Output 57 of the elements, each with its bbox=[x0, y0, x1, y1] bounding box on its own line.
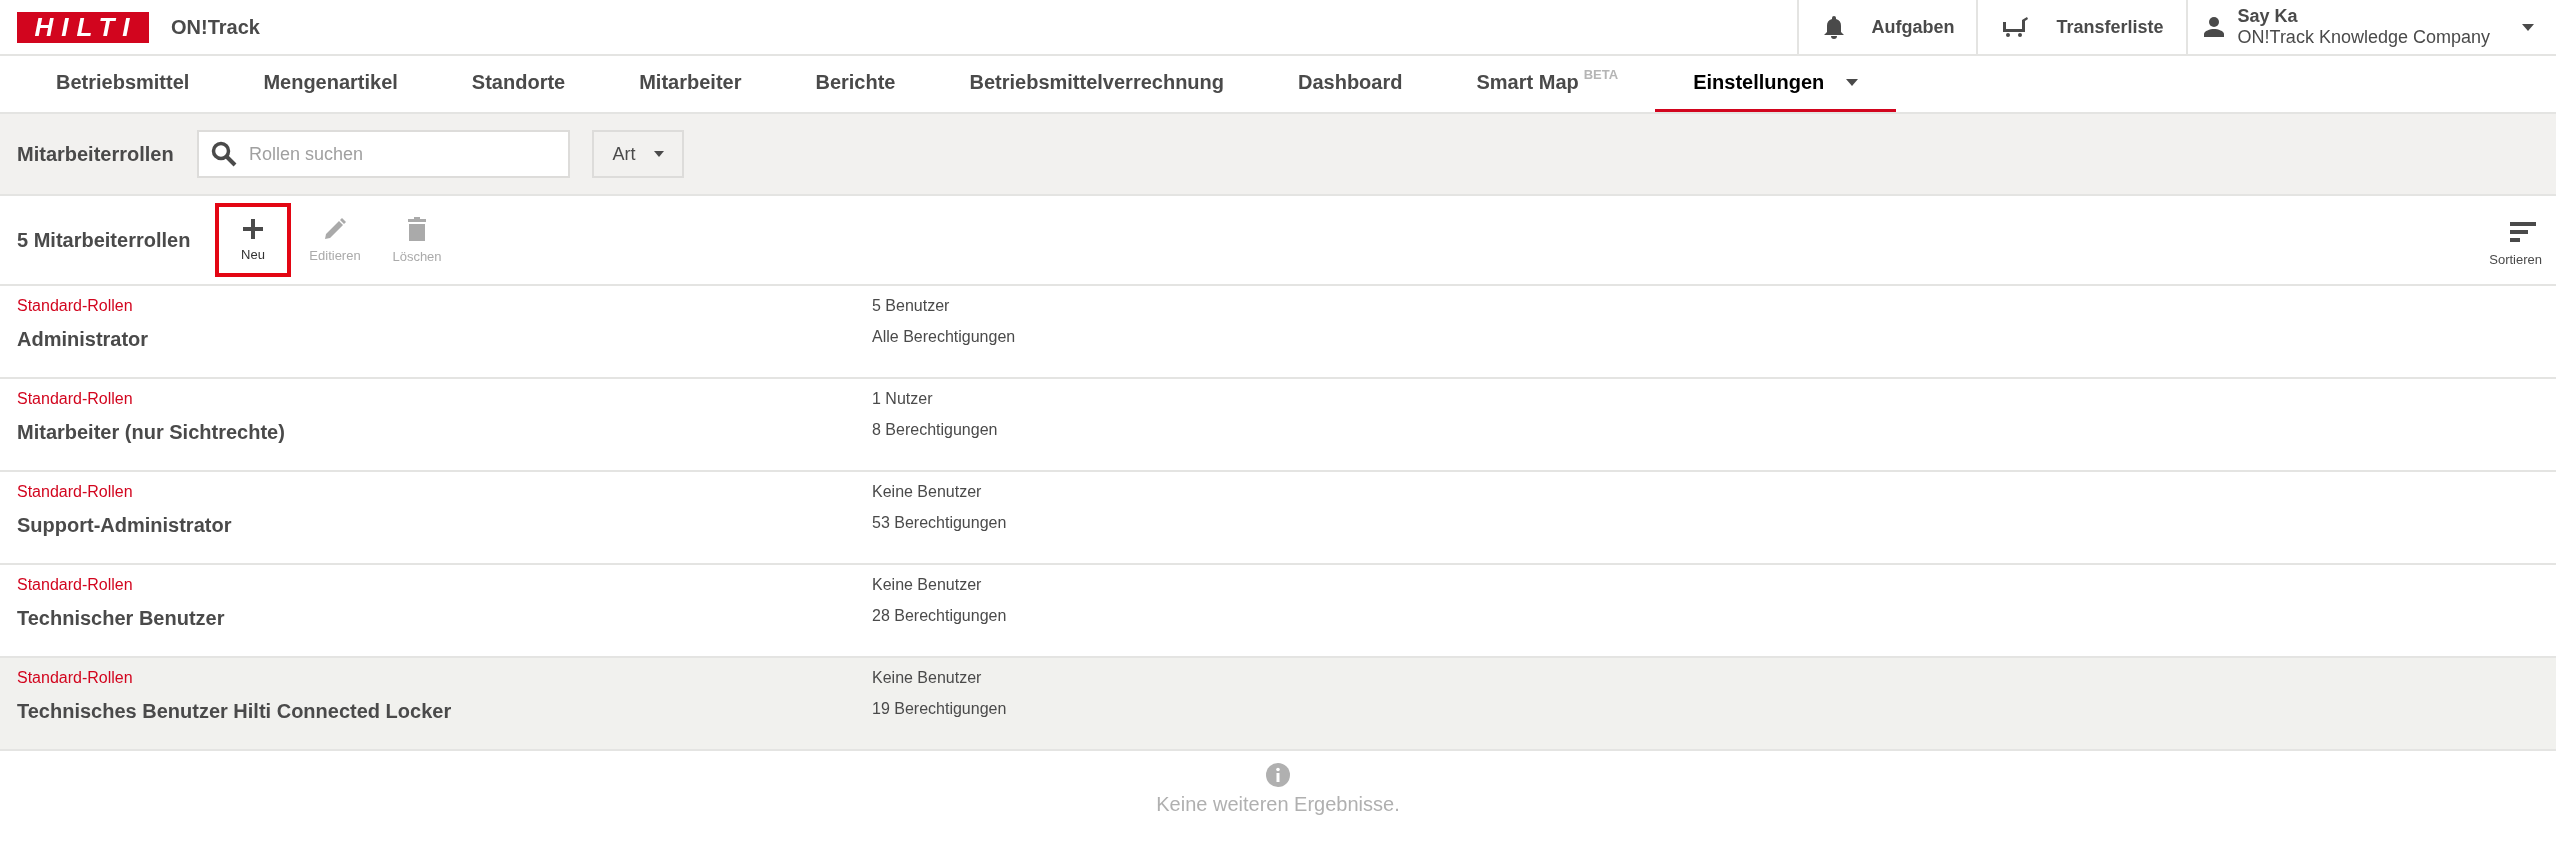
user-name: Say Ka bbox=[2237, 6, 2299, 27]
transfer-list-button[interactable]: Transferliste bbox=[1976, 0, 2186, 55]
role-category: Standard-Rollen bbox=[17, 576, 134, 594]
caret-icon bbox=[2522, 23, 2534, 31]
nav-tab[interactable]: Betriebsmittelverrechnung bbox=[932, 56, 1261, 112]
info-icon bbox=[1266, 763, 1290, 787]
sort-button[interactable]: Sortieren bbox=[2483, 220, 2556, 268]
hilti-logo[interactable]: HILTI bbox=[17, 11, 149, 43]
user-count: 1 Nutzer bbox=[872, 390, 934, 408]
caret-icon bbox=[653, 151, 664, 157]
nav-tab[interactable]: Dashboard bbox=[1261, 56, 1440, 112]
nav-tab[interactable]: Mitarbeiter bbox=[602, 56, 779, 112]
search-field[interactable]: Rollen suchen bbox=[197, 130, 570, 178]
nav-tab[interactable]: Standorte bbox=[434, 56, 603, 112]
role-category: Standard-Rollen bbox=[17, 483, 134, 501]
user-count: Keine Benutzer bbox=[872, 483, 983, 501]
role-row[interactable]: Standard-Rollen Keine Benutzer Support-Administrator 53 Berechtigungen bbox=[0, 472, 2556, 565]
role-row[interactable]: Standard-Rollen 5 Benutzer Administrator Alle Berechtigungen bbox=[0, 286, 2556, 379]
sort-icon bbox=[2510, 221, 2536, 242]
user-icon bbox=[2203, 17, 2224, 37]
role-category: Standard-Rollen bbox=[17, 669, 134, 687]
role-name: Administrator bbox=[17, 328, 150, 351]
role-row[interactable]: Standard-Rollen Keine Benutzer Technisches Benutzer Hilti Connected Locker 19 Berechtigungen bbox=[0, 658, 2556, 751]
permission-count: 19 Berechtigungen bbox=[872, 700, 1008, 719]
role-name: Support-Administrator bbox=[17, 514, 233, 537]
user-count: Keine Benutzer bbox=[872, 576, 983, 594]
role-row[interactable]: Standard-Rollen 1 Nutzer Mitarbeiter (nur Sichtrechte) 8 Berechtigungen bbox=[0, 379, 2556, 472]
user-menu[interactable]: Say Ka ON!Track Knowledge Company bbox=[2185, 0, 2556, 55]
permission-count: 28 Berechtigungen bbox=[872, 607, 1008, 626]
new-button[interactable]: Neu bbox=[215, 203, 291, 277]
nav-tab[interactable]: Betriebsmittel bbox=[19, 56, 227, 112]
nav-tab[interactable]: Berichte bbox=[778, 56, 933, 112]
role-category: Standard-Rollen bbox=[17, 390, 134, 408]
cart-icon bbox=[2002, 16, 2031, 38]
beta-label: BETA bbox=[1583, 67, 1619, 82]
user-count: 5 Benutzer bbox=[872, 297, 951, 315]
role-name: Technischer Benutzer bbox=[17, 607, 226, 630]
plus-icon bbox=[243, 218, 263, 239]
user-count: Keine Benutzer bbox=[872, 669, 983, 687]
bell-icon bbox=[1823, 15, 1846, 39]
pencil-icon bbox=[324, 217, 346, 240]
app-name: ON!Track bbox=[171, 15, 260, 39]
trash-icon bbox=[408, 216, 426, 241]
page-title: Mitarbeiterrollen bbox=[17, 142, 175, 166]
permission-count: 8 Berechtigungen bbox=[872, 421, 999, 440]
role-name: Technisches Benutzer Hilti Connected Locker bbox=[17, 700, 453, 723]
role-category: Standard-Rollen bbox=[17, 297, 134, 315]
permission-count: 53 Berechtigungen bbox=[872, 514, 1008, 533]
type-dropdown[interactable]: Art bbox=[592, 130, 684, 178]
company-name: ON!Track Knowledge Company bbox=[2237, 27, 2490, 48]
role-name: Mitarbeiter (nur Sichtrechte) bbox=[17, 421, 286, 444]
permission-count: Alle Berechtigungen bbox=[872, 328, 1017, 347]
role-count: 5 Mitarbeiterrollen bbox=[17, 228, 192, 252]
nav-tab[interactable]: Mengenartikel bbox=[226, 56, 435, 112]
nav-tab[interactable]: Smart Map $^{BETA}$ bbox=[1439, 56, 1656, 112]
tasks-button[interactable]: Aufgaben bbox=[1797, 0, 1977, 55]
no-more-results-message: Keine weiteren Ergebnisse. bbox=[1156, 793, 1400, 816]
